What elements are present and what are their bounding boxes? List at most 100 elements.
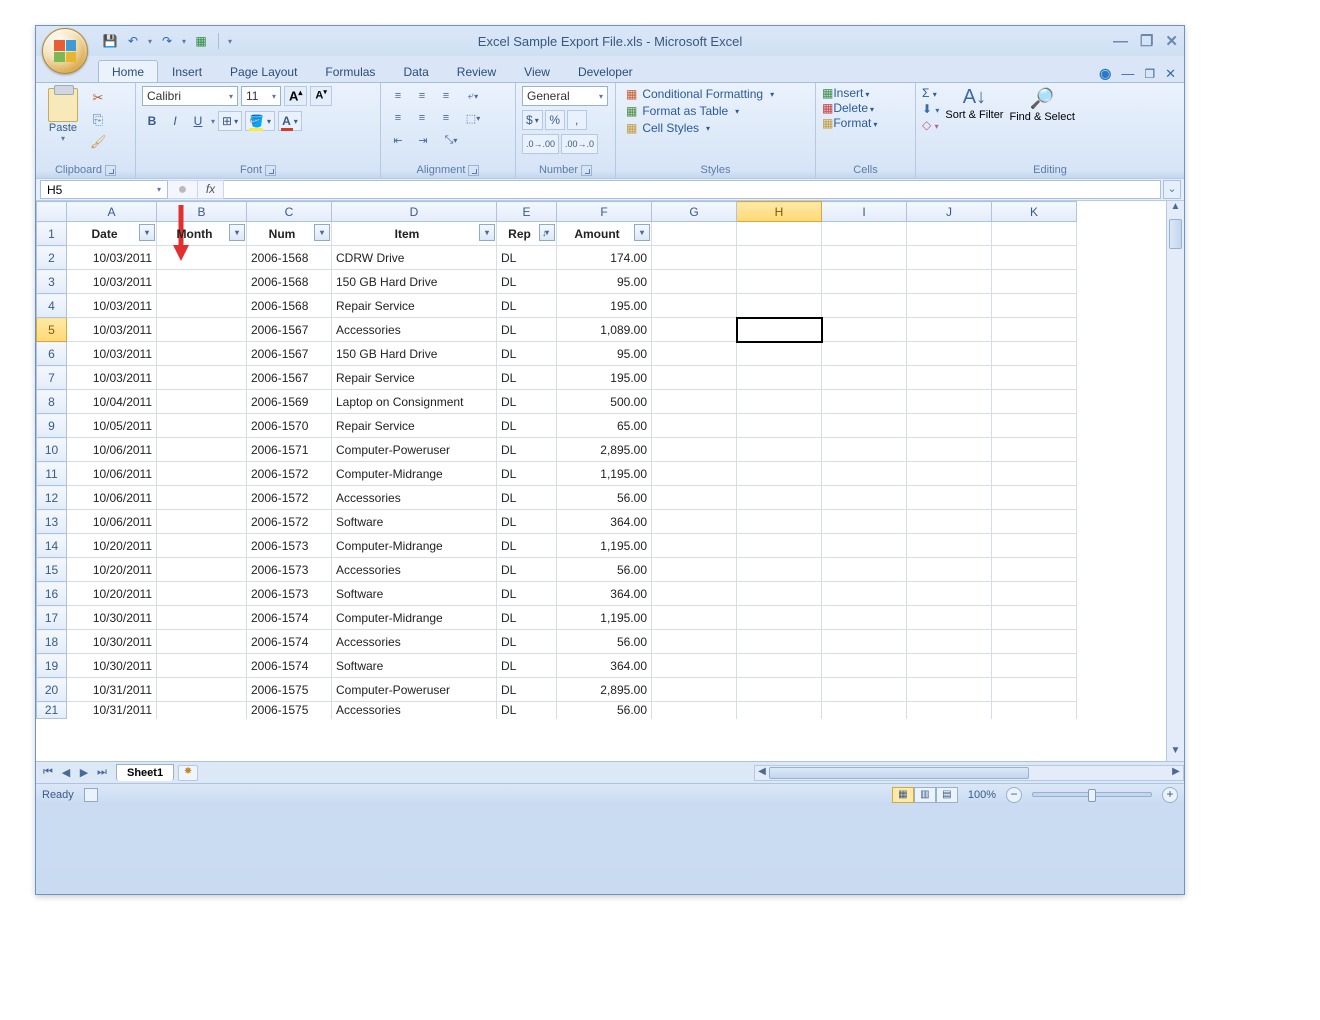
col-header-B[interactable]: B xyxy=(157,202,247,222)
cell[interactable] xyxy=(907,630,992,654)
cell[interactable]: 2006-1573 xyxy=(247,534,332,558)
cell[interactable] xyxy=(737,342,822,366)
cell[interactable] xyxy=(652,342,737,366)
cell[interactable] xyxy=(652,366,737,390)
sort-filter-button[interactable]: A↓ Sort & Filter xyxy=(945,86,1003,121)
cell[interactable]: 2006-1572 xyxy=(247,510,332,534)
scroll-right-icon[interactable]: ▶ xyxy=(1169,766,1183,780)
cell[interactable] xyxy=(822,534,907,558)
borders-button[interactable]: ⊞▾ xyxy=(218,111,242,131)
alignment-dialog-launcher-icon[interactable] xyxy=(468,165,479,176)
cell[interactable]: Repair Service xyxy=(332,414,497,438)
cell[interactable] xyxy=(652,654,737,678)
row-header-7[interactable]: 7 xyxy=(37,366,67,390)
cell[interactable]: 150 GB Hard Drive xyxy=(332,270,497,294)
cell[interactable]: Repair Service xyxy=(332,366,497,390)
col-header-F[interactable]: F xyxy=(557,202,652,222)
cell[interactable] xyxy=(157,414,247,438)
cell[interactable] xyxy=(907,390,992,414)
cell[interactable]: 10/30/2011 xyxy=(67,606,157,630)
zoom-slider-knob[interactable] xyxy=(1088,789,1096,802)
cell[interactable]: DL xyxy=(497,606,557,630)
cell[interactable] xyxy=(737,630,822,654)
shrink-font-icon[interactable]: A▾ xyxy=(310,86,331,106)
cell[interactable] xyxy=(822,582,907,606)
cell[interactable] xyxy=(992,270,1077,294)
cell[interactable]: Accessories xyxy=(332,558,497,582)
cell[interactable]: 10/06/2011 xyxy=(67,510,157,534)
cell[interactable]: 2006-1569 xyxy=(247,390,332,414)
cell[interactable] xyxy=(907,654,992,678)
cell[interactable]: DL xyxy=(497,270,557,294)
row-header-14[interactable]: 14 xyxy=(37,534,67,558)
paste-button[interactable]: Paste ▾ xyxy=(42,86,84,143)
cell[interactable]: DL xyxy=(497,630,557,654)
workbook-restore-button[interactable]: ❐ xyxy=(1144,67,1155,81)
cell[interactable] xyxy=(737,318,822,342)
tab-data[interactable]: Data xyxy=(389,60,442,82)
grow-font-icon[interactable]: A▴ xyxy=(284,86,307,106)
prev-sheet-icon[interactable]: ◀ xyxy=(58,766,74,779)
cell[interactable] xyxy=(822,510,907,534)
cell[interactable] xyxy=(737,270,822,294)
cell[interactable] xyxy=(992,678,1077,702)
cell[interactable]: DL xyxy=(497,654,557,678)
col-header-K[interactable]: K xyxy=(992,202,1077,222)
format-as-table-button[interactable]: ▦Format as Table▾ xyxy=(622,103,778,119)
cell[interactable] xyxy=(652,534,737,558)
cell[interactable] xyxy=(822,366,907,390)
cell[interactable]: DL xyxy=(497,414,557,438)
cell[interactable] xyxy=(822,246,907,270)
cell[interactable] xyxy=(652,486,737,510)
number-dialog-launcher-icon[interactable] xyxy=(581,165,592,176)
font-color-button[interactable]: A▾ xyxy=(278,111,302,131)
office-button[interactable] xyxy=(42,28,88,74)
cell[interactable] xyxy=(822,222,907,246)
cell[interactable]: Computer-Poweruser xyxy=(332,678,497,702)
undo-icon[interactable]: ↶ xyxy=(125,33,141,49)
new-sheet-icon[interactable]: ✸ xyxy=(178,765,198,781)
merge-button[interactable]: ⬚▾ xyxy=(459,108,487,128)
cell[interactable]: Software xyxy=(332,582,497,606)
format-button[interactable]: ▦Format▾ xyxy=(822,116,877,130)
cell[interactable]: DL xyxy=(497,246,557,270)
cell[interactable] xyxy=(157,678,247,702)
cell[interactable] xyxy=(992,534,1077,558)
horizontal-scrollbar[interactable]: ◀ ▶ xyxy=(754,765,1184,781)
row-header-20[interactable]: 20 xyxy=(37,678,67,702)
cell[interactable] xyxy=(737,294,822,318)
cell[interactable]: 10/06/2011 xyxy=(67,486,157,510)
row-header-9[interactable]: 9 xyxy=(37,414,67,438)
align-middle-icon[interactable]: ≡ xyxy=(411,86,433,106)
cell[interactable]: 2006-1568 xyxy=(247,246,332,270)
qat-customize-icon[interactable]: ▾ xyxy=(228,37,232,46)
cell[interactable] xyxy=(907,534,992,558)
excel-icon[interactable]: ▦ xyxy=(193,33,209,49)
row-header-5[interactable]: 5 xyxy=(37,318,67,342)
cell[interactable] xyxy=(737,390,822,414)
close-button[interactable]: ✕ xyxy=(1165,32,1178,50)
cell[interactable]: Repair Service xyxy=(332,294,497,318)
cell[interactable] xyxy=(822,438,907,462)
cell[interactable] xyxy=(992,318,1077,342)
redo-icon[interactable]: ↷ xyxy=(159,33,175,49)
cell[interactable]: 2006-1574 xyxy=(247,606,332,630)
cell[interactable] xyxy=(907,606,992,630)
cell[interactable] xyxy=(737,678,822,702)
cell[interactable]: 1,195.00 xyxy=(557,462,652,486)
cell[interactable] xyxy=(737,462,822,486)
cell[interactable] xyxy=(157,630,247,654)
cell[interactable] xyxy=(157,366,247,390)
cell[interactable]: Laptop on Consignment xyxy=(332,390,497,414)
cell[interactable]: 364.00 xyxy=(557,654,652,678)
cell[interactable]: 2006-1567 xyxy=(247,366,332,390)
zoom-slider[interactable] xyxy=(1032,792,1152,797)
cell[interactable]: 2,895.00 xyxy=(557,438,652,462)
align-right-icon[interactable]: ≡ xyxy=(435,108,457,128)
cell[interactable]: 10/05/2011 xyxy=(67,414,157,438)
cell[interactable] xyxy=(822,414,907,438)
cell[interactable] xyxy=(992,510,1077,534)
save-icon[interactable]: 💾 xyxy=(102,33,118,49)
redo-dropdown-icon[interactable]: ▾ xyxy=(182,37,186,46)
vertical-scrollbar[interactable]: ▲ ▼ xyxy=(1166,201,1184,761)
